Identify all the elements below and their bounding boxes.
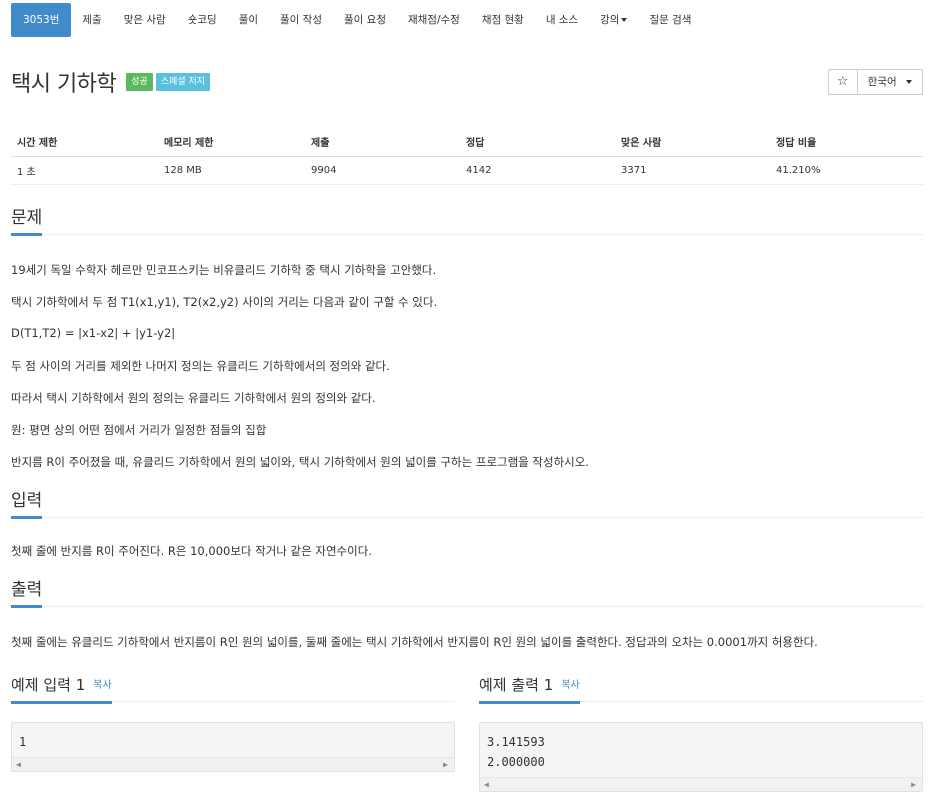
table-row: 1 초 128 MB 9904 4142 3371 41.210% [11,156,923,185]
sample-output-header: 예제 출력 1 복사 [479,674,580,704]
header-ratio: 정답 비율 [770,128,923,157]
output-section-header: 출력 [11,579,923,608]
problem-line: 택시 기하학에서 두 점 T1(x1,y1), T2(x2,y2) 사이의 거리… [11,295,438,309]
problem-section-title: 문제 [11,207,43,236]
tab-write-solution[interactable]: 풀이 작성 [269,3,333,37]
header-solvers: 맞은 사람 [615,128,770,157]
star-button[interactable]: ☆ [827,69,858,95]
input-section-header: 입력 [11,490,923,519]
language-label: 한국어 [867,76,897,88]
sample-output-title: 예제 출력 1 [479,676,554,694]
problem-line: 19세기 독일 수학자 헤르만 민코프스키는 비유클리드 기하학 중 택시 기하… [11,263,437,277]
sample-output-title-wrap: 예제 출력 1 복사 [479,674,580,704]
scroll-right-icon[interactable]: ▶ [911,780,916,790]
problem-line: 원: 평면 상의 어떤 점에서 거리가 일정한 점들의 집합 [11,423,267,437]
header-submissions: 제출 [305,128,460,157]
problem-line: D(T1,T2) = |x1-x2| + |y1-y2| [11,326,176,340]
submissions-value[interactable]: 9904 [305,156,460,185]
scroll-right-icon[interactable]: ▶ [443,760,448,770]
language-select[interactable]: 한국어 [857,69,923,95]
header-accepted: 정답 [460,128,615,157]
success-badge: 성공 [126,73,153,91]
copy-input-button[interactable]: 복사 [93,680,111,691]
table-header-row: 시간 제한 메모리 제한 제출 정답 맞은 사람 정답 비율 [11,128,923,157]
header-memory-limit: 메모리 제한 [158,128,305,157]
output-description: 첫째 줄에는 유클리드 기하학에서 반지름이 R인 원의 넓이를, 둘째 줄에는… [11,635,818,649]
sample-input-title-wrap: 예제 입력 1 복사 [11,674,112,704]
tab-lecture[interactable]: 강의 [589,3,638,37]
time-limit-value: 1 초 [11,156,158,185]
copy-output-button[interactable]: 복사 [561,680,579,691]
tab-my-source[interactable]: 내 소스 [535,3,589,37]
ratio-value: 41.210% [770,156,923,185]
horizontal-scrollbar[interactable]: ◀ ▶ [12,757,454,771]
problem-nav: 3053번 제출 맞은 사람 숏코딩 풀이 풀이 작성 풀이 요청 재채점/수정… [11,3,702,37]
sample-input-title: 예제 입력 1 [11,676,86,694]
problem-title: 택시 기하학 [11,72,117,97]
problem-line: 반지름 R이 주어졌을 때, 유클리드 기하학에서 원의 넓이와, 택시 기하학… [11,455,589,469]
output-section-title: 출력 [11,579,43,608]
tab-short-coding[interactable]: 숏코딩 [177,3,228,37]
title-row: 택시 기하학 성공 스페셜 저지 [11,66,211,98]
memory-limit-value: 128 MB [158,156,305,185]
tab-lecture-label: 강의 [600,14,620,26]
problem-info-table: 시간 제한 메모리 제한 제출 정답 맞은 사람 정답 비율 1 초 128 M… [11,128,923,185]
scroll-left-icon[interactable]: ◀ [16,760,21,770]
solvers-value[interactable]: 3371 [615,156,770,185]
problem-line: 두 점 사이의 거리를 제외한 나머지 정의는 유클리드 기하학에서의 정의와 … [11,359,390,373]
title-controls: ☆ 한국어 [827,69,923,95]
tab-rejudge[interactable]: 재채점/수정 [397,3,471,37]
problem-line: 따라서 택시 기하학에서 원의 정의는 유클리드 기하학에서 원의 정의와 같다… [11,391,376,405]
horizontal-scrollbar[interactable]: ◀ ▶ [480,777,922,791]
special-judge-badge: 스페셜 저지 [155,73,211,91]
sample-input-box[interactable]: 1 ◀ ▶ [11,722,455,772]
tab-solvers[interactable]: 맞은 사람 [113,3,177,37]
problem-section-header: 문제 [11,207,923,236]
tab-status[interactable]: 채점 현황 [471,3,535,37]
input-section-title: 입력 [11,490,43,519]
header-time-limit: 시간 제한 [11,128,158,157]
sample-output-box[interactable]: 3.141593 2.000000 ◀ ▶ [479,722,923,792]
sample-input-text: 1 [19,735,27,749]
input-description: 첫째 줄에 반지름 R이 주어진다. R은 10,000보다 작거나 같은 자연… [11,544,372,558]
scroll-left-icon[interactable]: ◀ [484,780,489,790]
tab-solutions[interactable]: 풀이 [228,3,269,37]
tab-request-solution[interactable]: 풀이 요청 [333,3,397,37]
tab-question-search[interactable]: 질문 검색 [638,3,702,37]
problem-page: 3053번 제출 맞은 사람 숏코딩 풀이 풀이 작성 풀이 요청 재채점/수정… [0,0,931,801]
caret-down-icon [621,18,628,22]
caret-down-icon [906,80,912,84]
tab-submit[interactable]: 제출 [71,3,112,37]
star-icon: ☆ [836,74,849,89]
sample-input-header: 예제 입력 1 복사 [11,674,112,704]
sample-output-line: 2.000000 [487,755,545,769]
accepted-value: 4142 [460,156,615,185]
sample-output-line: 3.141593 [487,735,545,749]
tab-problem[interactable]: 3053번 [11,3,72,37]
